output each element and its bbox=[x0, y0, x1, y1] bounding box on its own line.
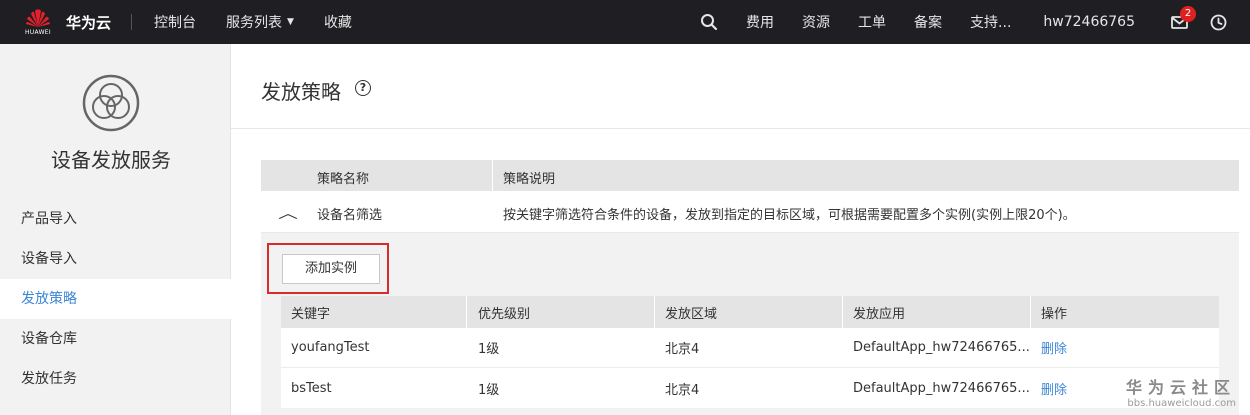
sidebar-item-product-import[interactable]: 产品导入 bbox=[0, 199, 231, 239]
policy-expanded-panel: 添加实例 关键字 优先级别 发放区域 发放应用 操作 youfangTest 1… bbox=[261, 233, 1239, 415]
nav-console[interactable]: 控制台 bbox=[154, 12, 196, 32]
main-content: 发放策略 ? 策略名称 策略说明 ︿ 设备名筛选 按关键字筛选符合条件的设备，发… bbox=[231, 44, 1250, 415]
recent-button[interactable] bbox=[1210, 14, 1227, 31]
policy-table-header: 策略名称 策略说明 bbox=[261, 160, 1239, 191]
top-navigation-bar: HUAWEI 华为云 控制台 服务列表 ▼ 收藏 费用 资源 工单 备案 支持.… bbox=[0, 0, 1250, 44]
region-cell: 北京4 bbox=[665, 342, 700, 357]
keyword-cell: youfangTest bbox=[291, 340, 370, 355]
policy-row[interactable]: ︿ 设备名筛选 按关键字筛选符合条件的设备，发放到指定的目标区域，可根据需要配置… bbox=[261, 191, 1239, 233]
priority-cell: 1级 bbox=[478, 342, 500, 357]
page-header: 发放策略 ? bbox=[231, 44, 1250, 129]
table-row: youfangTest 1级 北京4 DefaultApp_hw72466765… bbox=[281, 328, 1219, 368]
clock-icon bbox=[1210, 14, 1227, 30]
instance-table-header: 关键字 优先级别 发放区域 发放应用 操作 bbox=[281, 296, 1219, 328]
brand-name[interactable]: 华为云 bbox=[66, 12, 111, 33]
community-watermark: 华为云社区 bbs.huaweicloud.com bbox=[1126, 374, 1236, 409]
sidebar-item-device-import[interactable]: 设备导入 bbox=[0, 239, 231, 279]
nav-support[interactable]: 支持... bbox=[970, 12, 1011, 32]
keyword-cell: bsTest bbox=[291, 380, 332, 396]
watermark-url: bbs.huaweicloud.com bbox=[1127, 398, 1236, 409]
search-button[interactable] bbox=[700, 13, 718, 31]
column-divider bbox=[492, 160, 493, 191]
divider bbox=[131, 14, 133, 30]
nav-tickets[interactable]: 工单 bbox=[858, 12, 886, 32]
application-cell: DefaultApp_hw72466765... bbox=[853, 340, 1030, 355]
sidebar: 设备发放服务 产品导入 设备导入 发放策略 设备仓库 发放任务 bbox=[0, 44, 231, 415]
caret-down-icon: ▼ bbox=[287, 17, 294, 27]
region-header: 发放区域 bbox=[665, 306, 718, 322]
help-icon[interactable]: ? bbox=[355, 80, 371, 96]
service-title: 设备发放服务 bbox=[51, 148, 171, 172]
watermark-title: 华为云社区 bbox=[1125, 378, 1236, 397]
top-right-menu: 费用 资源 工单 备案 支持... hw72466765 2 bbox=[672, 0, 1250, 44]
policy-name: 设备名筛选 bbox=[317, 208, 383, 223]
search-icon bbox=[701, 14, 718, 31]
region-cell: 北京4 bbox=[665, 382, 700, 398]
huawei-logo[interactable]: HUAWEI bbox=[18, 0, 58, 44]
page-title: 发放策略 bbox=[261, 80, 341, 104]
chevron-up-icon[interactable]: ︿ bbox=[278, 203, 298, 223]
nav-service-list-label: 服务列表 bbox=[226, 15, 283, 31]
priority-header: 优先级别 bbox=[478, 306, 531, 322]
huawei-flower-icon bbox=[26, 9, 50, 27]
message-count-badge: 2 bbox=[1180, 5, 1196, 22]
nav-favorites[interactable]: 收藏 bbox=[324, 12, 352, 32]
sidebar-item-device-repository[interactable]: 设备仓库 bbox=[0, 319, 231, 359]
action-header: 操作 bbox=[1041, 306, 1068, 322]
user-account[interactable]: hw72466765 bbox=[1043, 14, 1135, 30]
sidebar-item-provisioning-tasks[interactable]: 发放任务 bbox=[0, 359, 231, 399]
nav-resources[interactable]: 资源 bbox=[802, 12, 830, 32]
logo-text: HUAWEI bbox=[25, 29, 51, 36]
nav-filing[interactable]: 备案 bbox=[914, 12, 942, 32]
table-row: bsTest 1级 北京4 DefaultApp_hw72466765... 删… bbox=[281, 368, 1219, 408]
messages-button[interactable]: 2 bbox=[1171, 5, 1196, 30]
device-provisioning-service-icon bbox=[82, 74, 140, 132]
add-instance-button[interactable]: 添加实例 bbox=[282, 254, 380, 284]
keyword-header: 关键字 bbox=[291, 306, 331, 322]
delete-link[interactable]: 删除 bbox=[1031, 328, 1219, 367]
policy-description: 按关键字筛选符合条件的设备，发放到指定的目标区域，可根据需要配置多个实例(实例上… bbox=[503, 208, 1076, 223]
application-header: 发放应用 bbox=[853, 306, 906, 322]
nav-billing[interactable]: 费用 bbox=[746, 12, 774, 32]
application-cell: DefaultApp_hw72466765... bbox=[853, 380, 1030, 396]
nav-service-list[interactable]: 服务列表 ▼ bbox=[226, 12, 294, 32]
sidebar-item-provisioning-policy[interactable]: 发放策略 bbox=[0, 279, 231, 319]
column-divider bbox=[466, 296, 467, 328]
policy-description-header: 策略说明 bbox=[503, 172, 556, 187]
priority-cell: 1级 bbox=[478, 382, 500, 398]
highlight-box: 添加实例 bbox=[267, 243, 389, 294]
policy-name-header: 策略名称 bbox=[317, 172, 370, 187]
